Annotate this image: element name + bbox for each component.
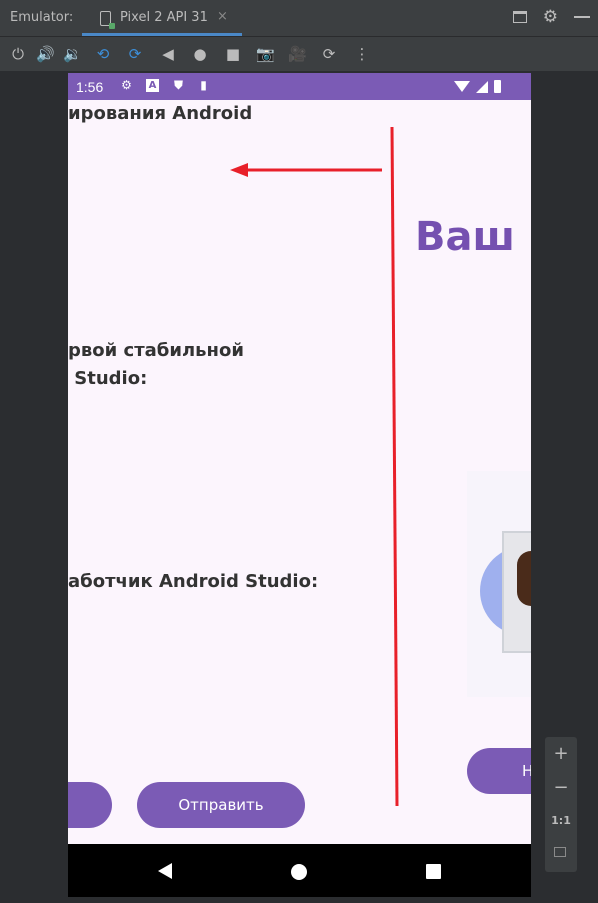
annotation-arrow-head <box>230 163 248 177</box>
swipe-annotation <box>230 126 399 807</box>
annotation-vertical-line <box>390 126 399 807</box>
